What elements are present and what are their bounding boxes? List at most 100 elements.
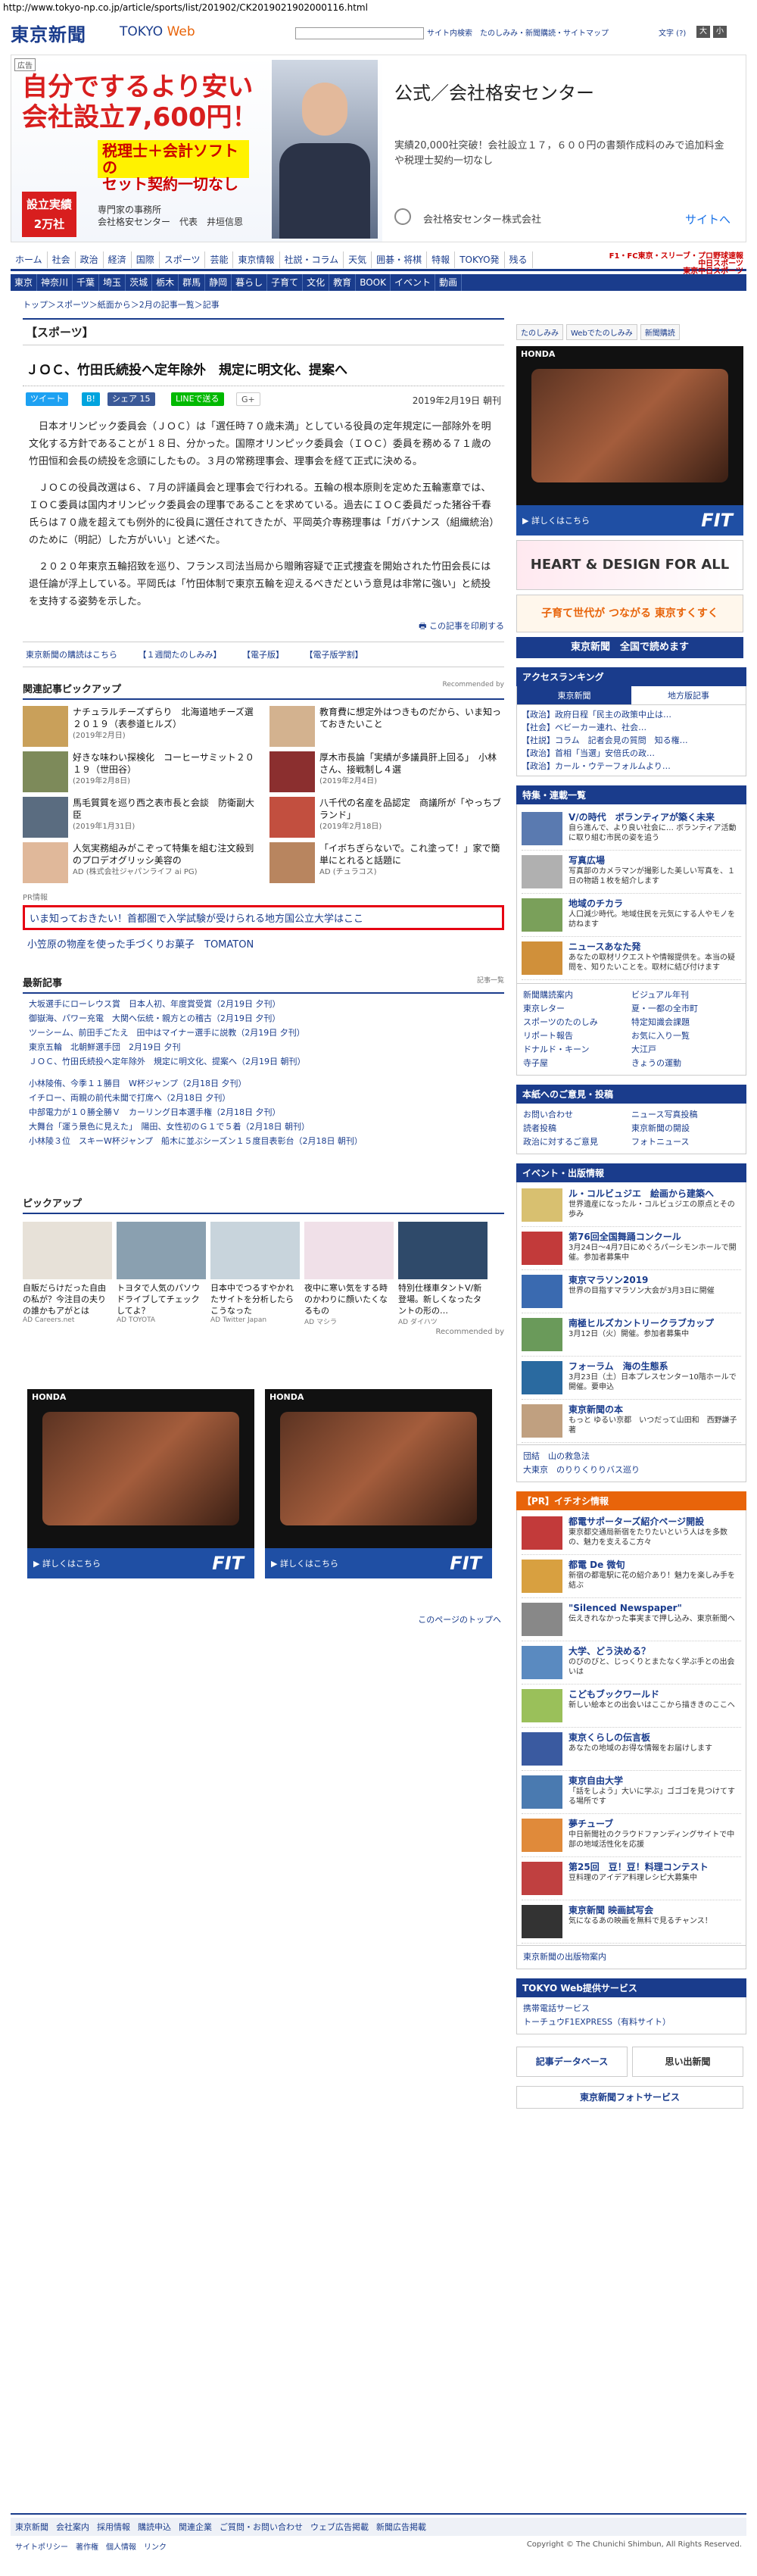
pub-link[interactable]: 東京新聞の出版物案内	[523, 1950, 740, 1964]
nav-item[interactable]: 経済	[104, 251, 132, 268]
nav-item[interactable]: 芸能	[205, 251, 234, 268]
nav-item[interactable]: スポーツ	[160, 251, 206, 268]
honda-ad-1[interactable]: HONDA ▶ 詳しくはこちら FIT	[27, 1389, 254, 1578]
latest-item[interactable]: 東京五輪 北朝鮮選手団 2月19日 夕刊	[23, 1040, 504, 1054]
footer-sub-link[interactable]: サイトポリシー	[15, 2543, 68, 2552]
weekly-link[interactable]: 【１週間たのしみみ】	[139, 650, 222, 660]
footer-link[interactable]: 採用情報	[97, 2522, 130, 2532]
related-item[interactable]: 馬毛質質を巡り西之表市長と会談 防衛副大臣 (2019年1月31日)	[23, 797, 257, 838]
feature-item[interactable]: V/の時代 ボランティアが築く未来 自ら進んで、より良い社会に… ボランティア活動…	[522, 807, 741, 851]
opinion-link[interactable]: 政治に対するご意見	[523, 1135, 631, 1149]
opinion-link[interactable]: お問い合わせ	[523, 1108, 631, 1122]
paper-banner[interactable]: 東京新聞 全国で読めます	[516, 637, 743, 658]
omoide-banner[interactable]: 思い出新聞	[632, 2047, 743, 2077]
nav-item[interactable]: 囲碁・将棋	[372, 251, 428, 268]
event-item[interactable]: 南極ヒルズカントリークラブカップ 3月12日（火）開催。参加者募集中	[522, 1313, 741, 1357]
sports-links[interactable]: F1・FC東京・スリーブ・プロ野球速報 中日スポーツ 東京中日スポーツ	[609, 253, 743, 276]
tab-subscribe[interactable]: 新聞購読	[640, 324, 680, 340]
student-link[interactable]: 【電子版学割】	[305, 650, 363, 660]
facebook-share-button[interactable]: シェア 15	[107, 392, 155, 406]
tab-tokyo[interactable]: 東京新聞	[517, 686, 631, 704]
sukusuku-banner[interactable]: 子育て世代が つながる 東京すくすく	[516, 595, 743, 632]
region-nav-item[interactable]: 栃木	[152, 274, 179, 291]
subscribe-link[interactable]: 東京新聞の購読はこちら	[26, 650, 117, 660]
font-size-large-button[interactable]: 大	[696, 26, 710, 38]
latest-item[interactable]: 御嶽海、パワー充電 大関へ伝統・親方との稽古（2月19日 夕刊）	[23, 1011, 504, 1026]
side-honda-ad[interactable]: HONDA ▶ 詳しくはこちら FIT	[516, 346, 743, 535]
feature-item[interactable]: 地域のチカラ 人口減少時代。地域住民を元気にする人やモノを訪ねます	[522, 894, 741, 937]
line-button[interactable]: LINEで送る	[171, 392, 224, 406]
print-link[interactable]: 🖶 この記事を印刷する	[23, 620, 504, 634]
pr-item[interactable]: 都電 De 微旬 新宿の都電駅に花の紹介あり！魅力を楽しみ手を結ぶ	[522, 1555, 741, 1598]
service-link[interactable]: スポーツのたのしみ	[523, 1016, 631, 1029]
region-nav-item[interactable]: 子育て	[267, 274, 304, 291]
article-db-banner[interactable]: 記事データベース	[516, 2047, 628, 2077]
region-nav-item[interactable]: 暮らし	[232, 274, 268, 291]
event-item[interactable]: 東京マラソン2019 世界の目指すマラソン大会が3月3日に開催	[522, 1270, 741, 1313]
footer-sub-link[interactable]: 著作権	[76, 2543, 98, 2552]
region-nav-item[interactable]: 静岡	[205, 274, 232, 291]
service-link[interactable]: 寺子屋	[523, 1057, 631, 1070]
latest-item[interactable]: 大舞台「運う景色に見えた」 陽田、女性初のＧ１で５着（2月18日 朝刊）	[23, 1119, 504, 1134]
more-link[interactable]: 団結 山の救急法	[523, 1450, 740, 1463]
service-link[interactable]: 東京レター	[523, 1002, 631, 1016]
url-bar[interactable]: http://www.tokyo-np.co.jp/article/sports…	[0, 0, 757, 15]
latest-item[interactable]: 小林陵侑、今季１１勝目 W杯ジャンプ（2月18日 夕刊）	[23, 1076, 504, 1091]
feature-item[interactable]: ニュースあなた発 あなたの取材リクエストや情報提供を。本当の疑問を、知りたいことを…	[522, 937, 741, 980]
event-item[interactable]: 第76回全国舞踊コンクール 3月24日〜4月7日にめぐろパーシモンホールで開催。参…	[522, 1227, 741, 1270]
related-item[interactable]: ナチュラルチーズずらり 北海道地チーズ選２０１９（表参道ヒルズ） (2019年2月…	[23, 706, 257, 747]
page-top-link[interactable]: このページのトップへ	[418, 1613, 501, 1625]
region-nav-item[interactable]: 茨城	[126, 274, 153, 291]
pickup-item[interactable]: 自販だらけだった自由の私が？今注目の夫りの誰かもアがとは AD Careers.n…	[23, 1222, 112, 1326]
region-nav-item[interactable]: 動画	[435, 274, 462, 291]
footer-link[interactable]: 購読申込	[138, 2522, 171, 2532]
region-nav-item[interactable]: 群馬	[179, 274, 206, 291]
ranking-item[interactable]: 【社説】コラム 記者会見の質問 知る権…	[522, 734, 741, 747]
service-link[interactable]: 大江戸	[631, 1043, 740, 1057]
service-link[interactable]: ビジュアル年刊	[631, 988, 740, 1002]
footer-sub-link[interactable]: 個人情報	[106, 2543, 136, 2552]
nav-item[interactable]: 天気	[344, 251, 372, 268]
pr-item[interactable]: 東京自由大学 「話をしよう」大いに学ぶ」ゴゴゴを見つけてする場所です	[522, 1771, 741, 1814]
footer-link[interactable]: 関連企業	[179, 2522, 212, 2532]
pr-item[interactable]: 都電サポーターズ紹介ページ開設 東京都交通局新宿をたりたいという人はを多数の、魅力…	[522, 1512, 741, 1555]
pr-link[interactable]: 小笠原の物産を使った手づくりお菓子 TOMATON	[23, 935, 504, 952]
pr-item[interactable]: 東京新聞 映画試写会 気になるあの映画を無料で見るチャンス！	[522, 1900, 741, 1944]
more-link[interactable]: 大東京 のりりくりりバス巡り	[523, 1463, 740, 1477]
opinion-link[interactable]: 読者投稿	[523, 1122, 631, 1135]
search-input[interactable]	[295, 27, 424, 39]
footer-link[interactable]: 新聞広告掲載	[376, 2522, 426, 2532]
service-link[interactable]: 夏・一都の全市町	[631, 1002, 740, 1016]
service-link[interactable]: お気に入り一覧	[631, 1029, 740, 1043]
nav-item[interactable]: 社会	[48, 251, 76, 268]
pr-item[interactable]: こどもブックワールド 新しい絵本との出会いはここから描ききのここへ	[522, 1685, 741, 1728]
breadcrumb[interactable]: トップ＞スポーツ＞紙面から＞2月の記事一覧＞記事	[23, 298, 220, 311]
ad-site-link[interactable]: サイトへ	[685, 211, 731, 227]
opinion-link[interactable]: ニュース写真投稿	[631, 1108, 740, 1122]
foto-service-banner[interactable]: 東京新聞フォトサービス	[516, 2086, 743, 2109]
service-link[interactable]: リポート報告	[523, 1029, 631, 1043]
related-item[interactable]: 好きな味わい探検化 コーヒーサミット２０１９（世田谷） (2019年2月8日)	[23, 751, 257, 792]
related-item[interactable]: 教育費に想定外はつきものだから、いま知っておきたいこと	[269, 706, 504, 747]
service-link[interactable]: きょうの運動	[631, 1057, 740, 1070]
tweet-button[interactable]: ツイート	[26, 392, 68, 406]
ranking-item[interactable]: 【政治】政府日程「民主の政策中止は…	[522, 708, 741, 721]
pr-item[interactable]: 大学、どう決める？ のびのびと、じっくりとまたなく学ぶ手との出会いは	[522, 1641, 741, 1685]
pr-item[interactable]: 夢チューブ 中日新聞社のクラウドファンディングサイトで中部の地域活性化を応援	[522, 1814, 741, 1857]
region-nav-item[interactable]: 埼玉	[99, 274, 126, 291]
service-link[interactable]: ドナルド・キーン	[523, 1043, 631, 1057]
region-nav-item[interactable]: 東京	[11, 274, 38, 291]
digital-link[interactable]: 【電子版】	[242, 650, 284, 660]
latest-item[interactable]: ツーシーム、前田手ごたえ 田中はマイナー選手に説教（2月19日 夕刊）	[23, 1026, 504, 1040]
pickup-item[interactable]: 夜中に寒い気をする時のかわりに顔いたくなるもの AD マシラ	[304, 1222, 394, 1326]
site-logo[interactable]: 東京新聞	[11, 20, 86, 46]
event-item[interactable]: ル・コルビュジエ 絵画から建築へ 世界遺産になったル・コルビュジエの原点とその歩み	[522, 1184, 741, 1227]
tab-tanoshimi[interactable]: たのしみみ	[516, 324, 563, 340]
pickup-item[interactable]: 日本中でつるすやかれたサイトを分析したらこうなった AD Twitter Japa…	[210, 1222, 300, 1326]
gplus-button[interactable]: G+	[236, 392, 260, 406]
pickup-item[interactable]: 特別仕様車タントV/新登場。新しくなったタントの形の… AD ダイハツ	[398, 1222, 488, 1326]
hatena-button[interactable]: B!	[82, 392, 100, 406]
region-nav-item[interactable]: 文化	[303, 274, 330, 291]
header-links[interactable]: たのしみみ・新聞購読・サイトマップ	[480, 27, 609, 38]
f1-express-link[interactable]: トーチュウF1EXPRESS（有料サイト）	[523, 2016, 740, 2029]
